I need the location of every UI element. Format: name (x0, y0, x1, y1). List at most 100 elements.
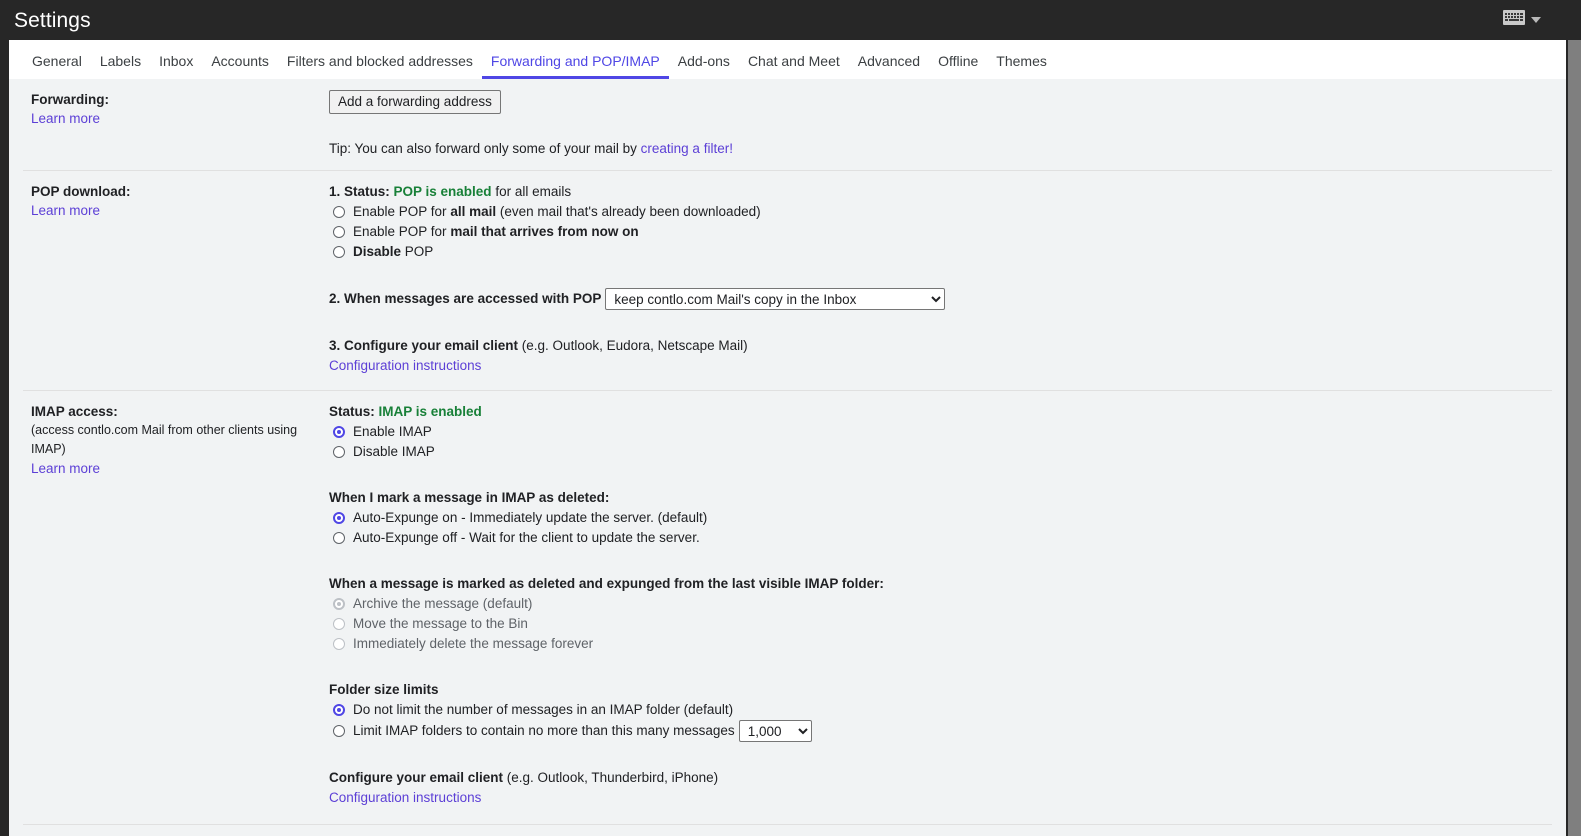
tab-filters-and-blocked-addresses[interactable]: Filters and blocked addresses (278, 54, 482, 79)
imap-heading: IMAP access: (31, 404, 118, 419)
imap-expunge-title: When a message is marked as deleted and … (329, 576, 884, 591)
keyboard-icon[interactable] (1503, 10, 1525, 30)
imap-learn-more-link[interactable]: Learn more (31, 459, 100, 479)
pop-status-badge: POP is enabled (393, 184, 492, 199)
imap-deleted-title: When I mark a message in IMAP as deleted… (329, 490, 610, 505)
imap-right-column: Status: IMAP is enabled Enable IMAP Disa… (326, 391, 1552, 808)
radio-imap-disable[interactable] (333, 446, 345, 458)
imap-folder-no-limit-label: Do not limit the number of messages in a… (353, 702, 734, 717)
section-imap-access: IMAP access: (access contlo.com Mail fro… (23, 390, 1552, 824)
tab-general[interactable]: General (23, 54, 91, 79)
tab-forwarding-and-pop-imap[interactable]: Forwarding and POP/IMAP (481, 54, 669, 79)
pop-right-column: 1. Status: POP is enabled for all emails… (326, 171, 1552, 376)
pop-step3-row: 3. Configure your email client (e.g. Out… (329, 336, 1552, 356)
imap-autoexpunge-on[interactable]: Auto-Expunge on - Immediately update the… (329, 508, 1552, 528)
pop-option-from-now-on[interactable]: Enable POP for mail that arrives from no… (329, 222, 1552, 242)
settings-content: Forwarding: Learn more Add a forwarding … (9, 79, 1566, 836)
pop-option-disable-label: Disable POP (353, 244, 434, 259)
pop-option-all-mail-label: Enable POP for all mail (even mail that'… (353, 204, 761, 219)
radio-pop-from-now-on[interactable] (333, 226, 345, 238)
radio-pop-all-mail[interactable] (333, 206, 345, 218)
pop-status-line: 1. Status: POP is enabled for all emails (329, 182, 1552, 202)
tab-advanced[interactable]: Advanced (849, 54, 929, 79)
imap-folder-limit-label: Limit IMAP folders to contain no more th… (353, 723, 735, 738)
pop-access-action-select[interactable]: keep contlo.com Mail's copy in the Inbox (605, 288, 946, 310)
forwarding-tip-text: Tip: You can also forward only some of y… (329, 141, 641, 156)
pop-step2-row: 2. When messages are accessed with POP k… (329, 288, 1552, 310)
settings-tabs: General Labels Inbox Accounts Filters an… (9, 40, 1566, 79)
imap-option-enable-label: Enable IMAP (353, 424, 432, 439)
radio-expunge-archive (333, 598, 345, 610)
tab-offline[interactable]: Offline (929, 54, 987, 79)
creating-a-filter-link[interactable]: creating a filter! (641, 140, 733, 158)
tab-add-ons[interactable]: Add-ons (669, 54, 739, 79)
radio-folder-limit[interactable] (333, 725, 345, 737)
tab-labels[interactable]: Labels (91, 54, 150, 79)
imap-configure-label: Configure your email client (329, 770, 504, 785)
section-forwarding: Forwarding: Learn more Add a forwarding … (23, 79, 1552, 170)
forwarding-tip: Tip: You can also forward only some of y… (329, 140, 1552, 158)
imap-autoexpunge-off-label: Auto-Expunge off - Wait for the client t… (353, 530, 700, 545)
imap-expunge-delete: Immediately delete the message forever (329, 634, 1552, 654)
imap-folder-no-limit[interactable]: Do not limit the number of messages in a… (329, 700, 1552, 720)
pop-step3-hint: (e.g. Outlook, Eudora, Netscape Mail) (518, 338, 748, 353)
imap-status-line: Status: IMAP is enabled (329, 402, 1552, 422)
pop-step2-label: 2. When messages are accessed with POP (329, 291, 602, 306)
settings-window: Settings General Labels Inbox Accounts F… (0, 0, 1581, 836)
tab-themes[interactable]: Themes (987, 54, 1056, 79)
titlebar-actions (1503, 0, 1541, 40)
radio-autoexpunge-off[interactable] (333, 532, 345, 544)
tab-inbox[interactable]: Inbox (150, 54, 202, 79)
radio-folder-no-limit[interactable] (333, 704, 345, 716)
imap-autoexpunge-off[interactable]: Auto-Expunge off - Wait for the client t… (329, 528, 1552, 548)
radio-autoexpunge-on[interactable] (333, 512, 345, 524)
chevron-down-icon[interactable] (1531, 17, 1541, 23)
imap-expunge-archive: Archive the message (default) (329, 594, 1552, 614)
pop-step3-label: 3. Configure your email client (329, 338, 519, 353)
pop-option-from-now-on-label: Enable POP for mail that arrives from no… (353, 224, 639, 239)
imap-configure-hint: (e.g. Outlook, Thunderbird, iPhone) (503, 770, 719, 785)
imap-left-column: IMAP access: (access contlo.com Mail fro… (23, 391, 326, 808)
imap-option-enable[interactable]: Enable IMAP (329, 422, 1552, 442)
imap-folder-size-title: Folder size limits (329, 682, 439, 697)
pop-status-suffix: for all emails (491, 184, 572, 199)
radio-expunge-bin (333, 618, 345, 630)
imap-status-prefix: Status: (329, 404, 379, 419)
tab-chat-and-meet[interactable]: Chat and Meet (739, 54, 849, 79)
imap-configuration-instructions-link[interactable]: Configuration instructions (329, 788, 481, 808)
section-pop-download: POP download: Learn more 1. Status: POP … (23, 170, 1552, 390)
pop-option-all-mail[interactable]: Enable POP for all mail (even mail that'… (329, 202, 1552, 222)
radio-pop-disable[interactable] (333, 246, 345, 258)
imap-expunge-archive-label: Archive the message (default) (353, 596, 533, 611)
pop-configuration-instructions-link[interactable]: Configuration instructions (329, 356, 481, 376)
imap-status-badge: IMAP is enabled (378, 404, 482, 419)
settings-page: General Labels Inbox Accounts Filters an… (9, 40, 1566, 836)
page-title: Settings (14, 8, 91, 32)
imap-expunge-bin: Move the message to the Bin (329, 614, 1552, 634)
imap-expunge-delete-label: Immediately delete the message forever (353, 636, 594, 651)
add-forwarding-address-button[interactable]: Add a forwarding address (329, 90, 501, 114)
pop-left-column: POP download: Learn more (23, 171, 326, 376)
forwarding-left-column: Forwarding: Learn more (23, 79, 326, 158)
title-bar: Settings (0, 0, 1581, 40)
scrollbar-thumb[interactable] (1568, 40, 1581, 836)
imap-option-disable[interactable]: Disable IMAP (329, 442, 1552, 462)
forwarding-heading: Forwarding: (31, 92, 109, 107)
radio-expunge-delete (333, 638, 345, 650)
imap-option-disable-label: Disable IMAP (353, 444, 435, 459)
settings-footer: Save Changes Cancel (23, 824, 1552, 836)
vertical-scrollbar[interactable] (1566, 40, 1581, 836)
forwarding-right-column: Add a forwarding address Tip: You can al… (326, 79, 1552, 158)
imap-expunge-bin-label: Move the message to the Bin (353, 616, 528, 631)
tab-accounts[interactable]: Accounts (202, 54, 278, 79)
pop-option-disable[interactable]: Disable POP (329, 242, 1552, 262)
radio-imap-enable[interactable] (333, 426, 345, 438)
pop-learn-more-link[interactable]: Learn more (31, 201, 100, 221)
imap-folder-limit-select[interactable]: 1,000 (738, 720, 812, 742)
imap-autoexpunge-on-label: Auto-Expunge on - Immediately update the… (353, 510, 708, 525)
pop-heading: POP download: (31, 184, 131, 199)
imap-subheading: (access contlo.com Mail from other clien… (31, 423, 298, 456)
pop-status-prefix: 1. Status: (329, 184, 394, 199)
imap-folder-limit[interactable]: Limit IMAP folders to contain no more th… (329, 720, 1552, 742)
forwarding-learn-more-link[interactable]: Learn more (31, 109, 100, 129)
